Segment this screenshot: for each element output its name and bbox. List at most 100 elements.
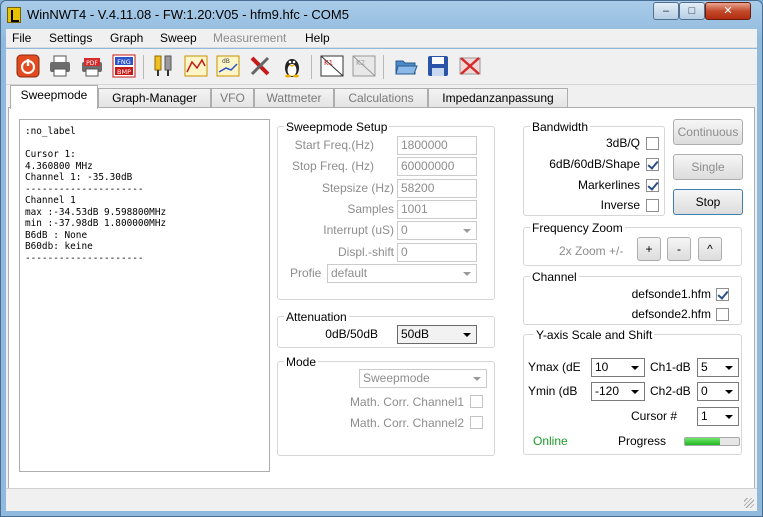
- stop-freq-label: Stop Freq. (Hz): [291, 159, 374, 173]
- toolbar-separator: [143, 55, 144, 79]
- interrupt-label: Interrupt (uS): [323, 223, 394, 237]
- result-log[interactable]: :no_label Cursor 1: 4.360800 MHz Channel…: [19, 119, 270, 472]
- toolbar: PDF FNG BMP dB K1 K2: [6, 49, 757, 85]
- progress-bar: [684, 437, 740, 446]
- db-icon[interactable]: dB: [215, 53, 241, 79]
- graph-icon[interactable]: [183, 53, 209, 79]
- zoom-up-button[interactable]: ^: [698, 237, 722, 261]
- cursor-select[interactable]: 1: [697, 407, 739, 426]
- open-folder-icon[interactable]: [393, 53, 419, 79]
- menu-settings[interactable]: Settings: [49, 31, 92, 45]
- profile-select[interactable]: default: [327, 264, 477, 283]
- continuous-button[interactable]: Continuous: [673, 119, 743, 145]
- bandwidth-3db-q-checkbox[interactable]: [646, 137, 659, 150]
- menu-help[interactable]: Help: [305, 31, 330, 45]
- sweepmode-setup-group: Sweepmode Setup Start Freq.(Hz) 1800000 …: [277, 120, 495, 300]
- interrupt-select[interactable]: 0: [397, 221, 477, 240]
- bandwidth-3db-q-label: 3dB/Q: [605, 136, 640, 150]
- k2-label: K2: [356, 59, 365, 67]
- bmp-label: BMP: [117, 68, 131, 76]
- mode-title: Mode: [284, 355, 319, 369]
- channel1-label: defsonde1.hfm: [631, 287, 711, 301]
- online-status: Online: [533, 434, 568, 448]
- channel2-checkbox[interactable]: [716, 308, 729, 321]
- inverse-label: Inverse: [600, 198, 640, 212]
- mode-select[interactable]: Sweepmode: [359, 369, 487, 388]
- stop-freq-field[interactable]: 60000000: [397, 157, 477, 176]
- status-bar: [6, 488, 757, 511]
- frequency-zoom-title: Frequency Zoom: [530, 221, 625, 235]
- menu-measurement[interactable]: Measurement: [213, 31, 286, 45]
- title-bar[interactable]: WinNWT4 - V.4.11.08 - FW:1.20:V05 - hfm9…: [1, 1, 762, 29]
- toolbar-separator: [311, 55, 312, 79]
- tab-sweepmode[interactable]: Sweepmode: [10, 85, 98, 109]
- k1-icon[interactable]: K1: [319, 53, 345, 79]
- tab-vfo[interactable]: VFO: [211, 88, 254, 108]
- k1-label: K1: [324, 59, 333, 67]
- frequency-zoom-group: Frequency Zoom 2x Zoom +/- + - ^: [523, 221, 742, 266]
- app-window: WinNWT4 - V.4.11.08 - FW:1.20:V05 - hfm9…: [0, 0, 763, 517]
- db-label: dB: [222, 58, 230, 65]
- close-button[interactable]: ✕: [705, 2, 751, 20]
- save-icon[interactable]: [425, 53, 451, 79]
- printer-icon[interactable]: [47, 53, 73, 79]
- bandwidth-shape-checkbox[interactable]: [646, 158, 659, 171]
- math-corr-channel1-checkbox[interactable]: [470, 395, 483, 408]
- attenuation-select[interactable]: 50dB: [397, 325, 477, 344]
- stop-button[interactable]: Stop: [673, 189, 743, 215]
- window-title: WinNWT4 - V.4.11.08 - FW:1.20:V05 - hfm9…: [27, 7, 349, 22]
- channel1-checkbox[interactable]: [716, 288, 729, 301]
- mode-group: Mode Sweepmode Math. Corr. Channel1 Math…: [277, 355, 495, 456]
- tab-calculations[interactable]: Calculations: [334, 88, 428, 108]
- print-pdf-icon[interactable]: PDF: [79, 53, 105, 79]
- ch2-db-select[interactable]: 0: [697, 382, 739, 401]
- samples-label: Samples: [347, 202, 394, 216]
- linux-icon[interactable]: [279, 53, 305, 79]
- ymin-select[interactable]: -120: [591, 382, 645, 401]
- power-icon[interactable]: [15, 53, 41, 79]
- zoom-plus-button[interactable]: +: [637, 237, 661, 261]
- tab-impedanzanpassung[interactable]: Impedanzanpassung: [428, 88, 568, 108]
- stepsize-field[interactable]: 58200: [397, 179, 477, 198]
- menu-graph[interactable]: Graph: [110, 31, 143, 45]
- tab-graph-manager[interactable]: Graph-Manager: [98, 88, 211, 108]
- zoom-minus-button[interactable]: -: [667, 237, 691, 261]
- markerlines-checkbox[interactable]: [646, 179, 659, 192]
- ch2-db-label: Ch2-dB: [650, 384, 691, 398]
- fng-bmp-icon[interactable]: FNG BMP: [111, 53, 137, 79]
- resize-grip[interactable]: [744, 498, 754, 508]
- samples-field[interactable]: 1001: [397, 200, 477, 219]
- math-corr-channel2-checkbox[interactable]: [470, 416, 483, 429]
- probe-icon[interactable]: [151, 53, 177, 79]
- k2-icon[interactable]: K2: [351, 53, 377, 79]
- cursor-label: Cursor #: [631, 409, 678, 423]
- y-axis-title: Y-axis Scale and Shift: [534, 328, 655, 342]
- fng-label: FNG: [117, 58, 131, 66]
- channel-group: Channel defsonde1.hfm defsonde2.hfm: [523, 270, 742, 325]
- displ-shift-label: Displ.-shift: [337, 245, 394, 259]
- bandwidth-group: Bandwidth 3dB/Q 6dB/60dB/Shape Markerlin…: [523, 120, 665, 216]
- maximize-button[interactable]: □: [679, 2, 705, 20]
- bandwidth-shape-label: 6dB/60dB/Shape: [549, 157, 640, 171]
- minimize-button[interactable]: ‒: [653, 2, 679, 20]
- app-icon: [7, 7, 21, 23]
- single-button[interactable]: Single: [673, 154, 743, 180]
- ymax-select[interactable]: 10: [591, 358, 645, 377]
- ymin-label: Ymin (dB: [528, 384, 578, 398]
- ch1-db-select[interactable]: 5: [697, 358, 739, 377]
- start-freq-field[interactable]: 1800000: [397, 136, 477, 155]
- zoom-label: 2x Zoom +/-: [559, 244, 624, 258]
- delete-icon[interactable]: [457, 53, 483, 79]
- menu-file[interactable]: File: [12, 31, 31, 45]
- tools-icon[interactable]: [247, 53, 273, 79]
- displ-shift-field[interactable]: 0: [397, 243, 477, 262]
- print-pdf-label: PDF: [86, 60, 98, 67]
- math-corr-channel1-label: Math. Corr. Channel1: [349, 395, 464, 409]
- tab-wattmeter[interactable]: Wattmeter: [254, 88, 334, 108]
- y-axis-group: Y-axis Scale and Shift Ymax (dE 10 Ch1-d…: [523, 328, 742, 455]
- sweepmode-setup-title: Sweepmode Setup: [284, 120, 390, 134]
- markerlines-label: Markerlines: [577, 178, 640, 192]
- menu-sweep[interactable]: Sweep: [160, 31, 197, 45]
- inverse-checkbox[interactable]: [646, 199, 659, 212]
- ymax-label: Ymax (dE: [528, 360, 581, 374]
